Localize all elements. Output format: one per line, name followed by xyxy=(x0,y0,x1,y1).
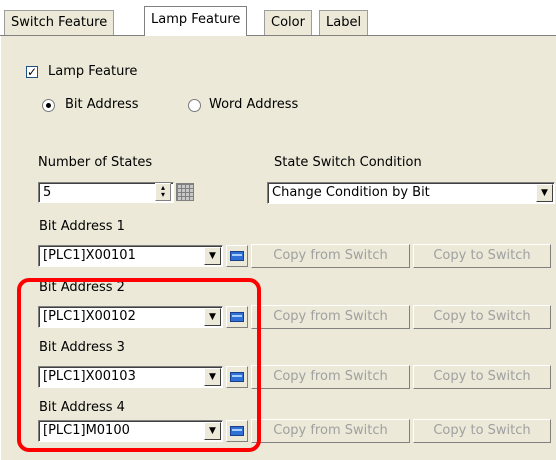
tab-lamp-feature[interactable]: Lamp Feature xyxy=(144,6,248,36)
copy-from-switch-button-4[interactable]: Copy from Switch xyxy=(251,419,410,443)
bit-address-radio[interactable] xyxy=(42,99,55,112)
copy-to-switch-button-2[interactable]: Copy to Switch xyxy=(413,305,551,329)
spin-updown-icon[interactable]: ▴ ▾ xyxy=(155,183,171,201)
number-of-states-label: Number of States xyxy=(38,155,153,170)
copy-from-switch-button-1[interactable]: Copy from Switch xyxy=(251,244,410,268)
copy-from-switch-button-3[interactable]: Copy from Switch xyxy=(251,365,410,389)
copy-to-switch-button-3[interactable]: Copy to Switch xyxy=(413,365,551,389)
tab-switch-feature[interactable]: Switch Feature xyxy=(4,10,115,35)
copy-to-switch-button-4[interactable]: Copy to Switch xyxy=(413,419,551,443)
word-address-radio[interactable] xyxy=(188,99,201,112)
lamp-feature-checkbox[interactable]: ✓ xyxy=(26,66,38,78)
bit-address-radio-label: Bit Address xyxy=(65,97,139,112)
state-switch-condition-label: State Switch Condition xyxy=(274,155,422,170)
tab-strip-divider xyxy=(0,35,556,36)
number-of-states-value: 5 xyxy=(43,185,52,200)
bit-address-1-input[interactable]: [PLC1]X00101 xyxy=(38,245,223,267)
grid-icon[interactable] xyxy=(176,183,194,201)
tab-label[interactable]: Label xyxy=(319,10,369,35)
word-address-radio-label: Word Address xyxy=(209,97,299,112)
chevron-down-icon[interactable]: ▼ xyxy=(536,184,553,202)
keypad-icon[interactable] xyxy=(226,245,248,267)
copy-from-switch-button-2[interactable]: Copy from Switch xyxy=(251,305,410,329)
bit-address-1-label: Bit Address 1 xyxy=(39,219,125,234)
state-switch-condition-select[interactable]: Change Condition by Bit xyxy=(267,182,555,204)
bit-address-1-value: [PLC1]X00101 xyxy=(43,248,136,263)
copy-to-switch-button-1[interactable]: Copy to Switch xyxy=(413,244,551,268)
lamp-feature-label: Lamp Feature xyxy=(48,64,138,79)
radio-selected-dot xyxy=(46,103,51,108)
chevron-down-icon[interactable]: ▼ xyxy=(204,247,221,265)
tab-color[interactable]: Color xyxy=(264,10,312,35)
state-switch-condition-value: Change Condition by Bit xyxy=(272,185,430,200)
number-of-states-input[interactable]: 5 xyxy=(38,182,174,203)
highlight-frame xyxy=(17,278,261,452)
